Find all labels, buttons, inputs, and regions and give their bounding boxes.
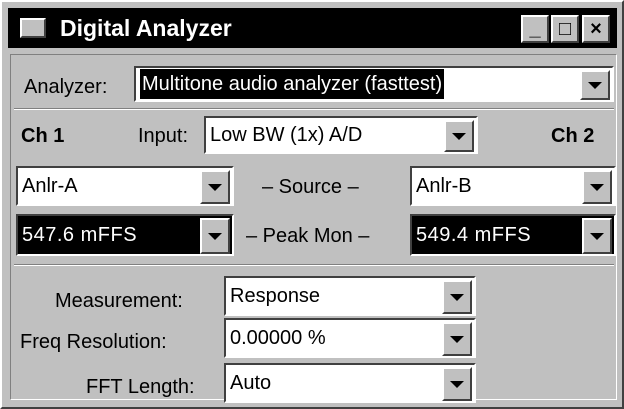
ch1-source-select[interactable]: Anlr-A: [16, 166, 234, 206]
dropdown-arrow-icon[interactable]: [580, 70, 610, 100]
dropdown-arrow-icon[interactable]: [442, 322, 472, 356]
freq-resolution-value: 0.00000 %: [230, 327, 326, 349]
title-bar[interactable]: Digital Analyzer _ □ ×: [8, 8, 617, 48]
analyzer-select[interactable]: Multitone audio analyzer (fasttest): [134, 66, 614, 102]
dropdown-arrow-icon[interactable]: [582, 170, 612, 204]
dropdown-arrow-icon[interactable]: [200, 218, 230, 254]
close-icon[interactable]: ×: [582, 15, 610, 43]
maximize-icon[interactable]: □: [551, 15, 579, 43]
window-menu-icon[interactable]: [20, 18, 46, 38]
digital-analyzer-window: Digital Analyzer _ □ × Analyzer: Multito…: [0, 0, 624, 409]
ch1-peak-mon[interactable]: 547.6 mFFS: [16, 214, 234, 256]
ch1-source-value: Anlr-A: [22, 175, 78, 197]
input-label: Input:: [138, 125, 189, 147]
analyzer-value: Multitone audio analyzer (fasttest): [140, 69, 445, 99]
dropdown-arrow-icon[interactable]: [442, 280, 472, 314]
dropdown-arrow-icon[interactable]: [582, 218, 612, 254]
minimize-icon[interactable]: _: [521, 15, 549, 43]
fft-length-label: FFT Length:: [86, 376, 195, 398]
fft-length-select[interactable]: Auto: [224, 363, 476, 403]
ch2-source-select[interactable]: Anlr-B: [410, 166, 616, 206]
dropdown-arrow-icon[interactable]: [200, 170, 230, 204]
measurement-label: Measurement:: [55, 290, 183, 312]
fft-length-value: Auto: [230, 372, 272, 394]
freq-resolution-select[interactable]: 0.00000 %: [224, 318, 476, 358]
input-value: Low BW (1x) A/D: [210, 124, 363, 146]
ch2-peak-value: 549.4 mFFS: [416, 224, 532, 246]
ch2-peak-mon[interactable]: 549.4 mFFS: [410, 214, 616, 256]
analyzer-label: Analyzer:: [24, 76, 108, 98]
divider: [14, 264, 614, 266]
ch1-peak-value: 547.6 mFFS: [22, 224, 138, 246]
ch1-label: Ch 1: [21, 125, 65, 147]
divider: [14, 108, 614, 110]
dropdown-arrow-icon[interactable]: [444, 120, 474, 152]
peak-mon-label: – Peak Mon –: [246, 225, 370, 247]
ch2-source-value: Anlr-B: [416, 175, 472, 197]
dropdown-arrow-icon[interactable]: [442, 367, 472, 401]
measurement-select[interactable]: Response: [224, 276, 476, 316]
window-title: Digital Analyzer: [60, 15, 232, 41]
measurement-value: Response: [230, 285, 321, 307]
ch2-label: Ch 2: [551, 125, 595, 147]
source-label: – Source –: [262, 176, 359, 198]
input-select[interactable]: Low BW (1x) A/D: [204, 116, 478, 154]
freq-resolution-label: Freq Resolution:: [20, 331, 167, 353]
